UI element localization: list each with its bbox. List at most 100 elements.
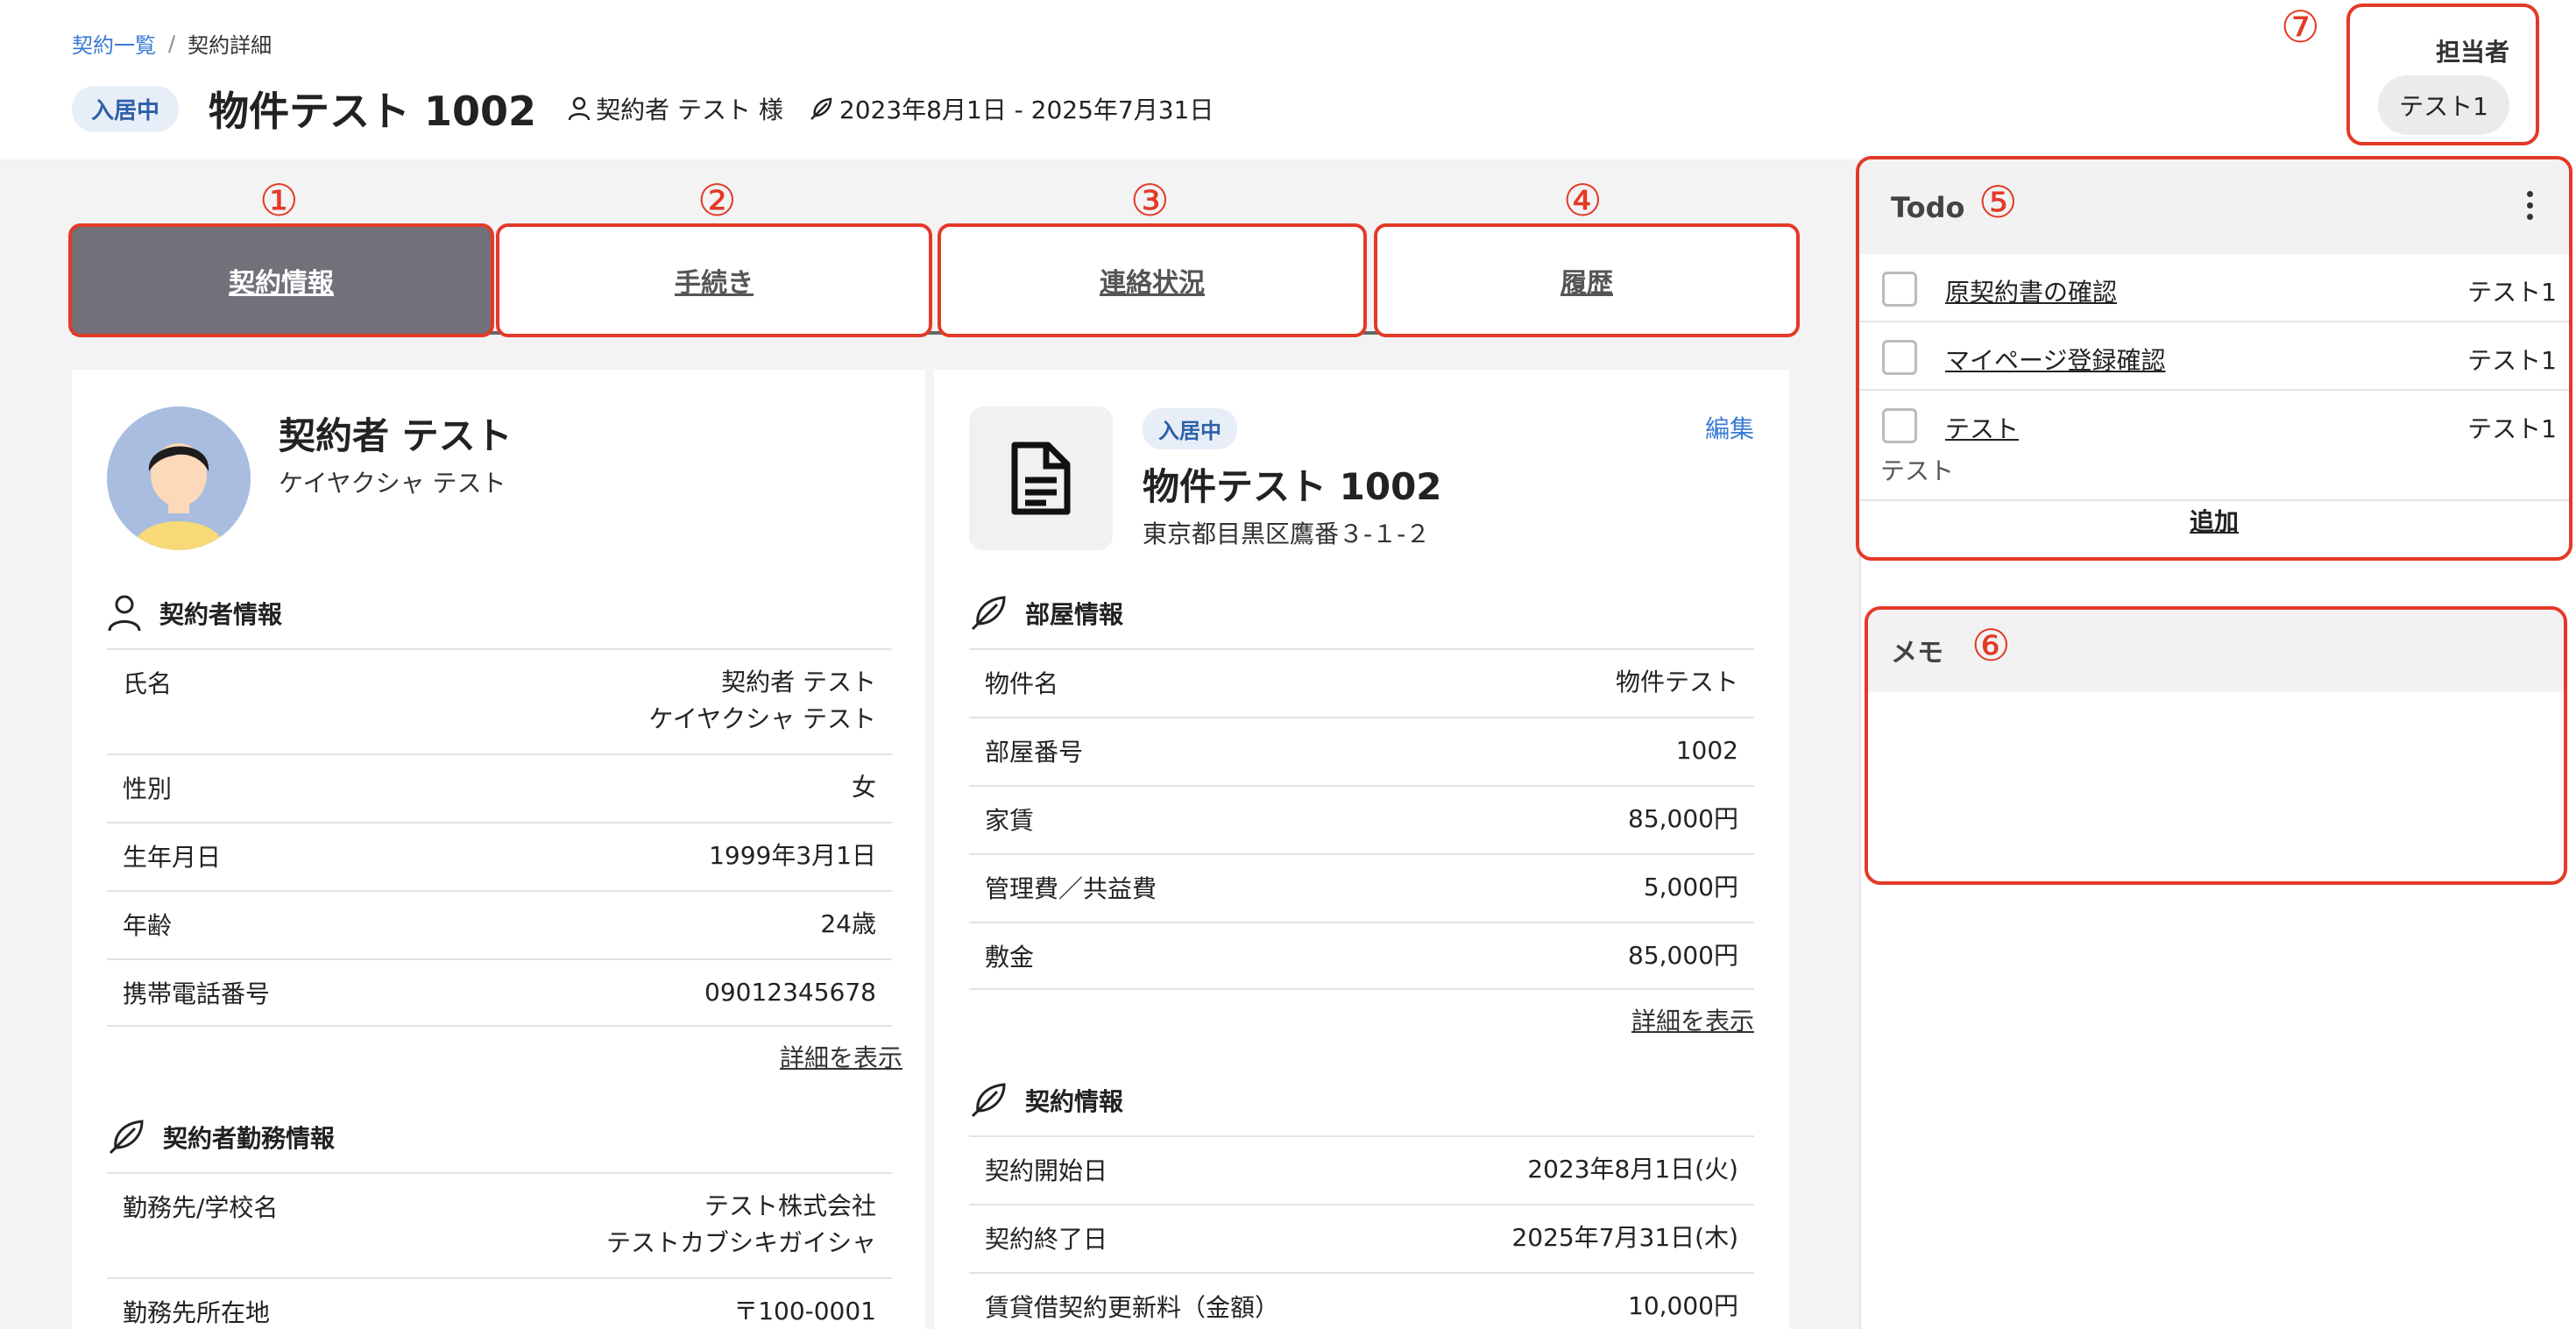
row-value: 85,000円: [1628, 941, 1738, 970]
section-work-info: 契約者勤務情報: [107, 1118, 335, 1156]
row-value: 物件テスト: [1615, 668, 1738, 696]
contractor-card-kana: ケイヤクシャ テスト: [279, 469, 506, 498]
feather-icon: [109, 1120, 144, 1155]
row-value: 10,000円: [1628, 1291, 1738, 1320]
assignee-chip[interactable]: テスト1: [2378, 75, 2509, 135]
todo-item-assignee: テスト1: [2467, 414, 2557, 443]
annotation-3: ③: [1130, 175, 1170, 226]
row-value: 女: [851, 773, 876, 802]
row-value: 09012345678: [704, 978, 876, 1007]
row-key: 勤務先所在地: [123, 1298, 271, 1327]
contract-period: 2023年8月1日 - 2025年7月31日: [839, 95, 1214, 124]
todo-item-assignee: テスト1: [2467, 278, 2557, 307]
section-title: 契約者情報: [159, 600, 283, 629]
row-value: 5,000円: [1643, 873, 1738, 901]
row-key: 携帯電話番号: [123, 979, 271, 1008]
tab-contact-status[interactable]: 連絡状況: [938, 223, 1367, 337]
table-row: 敷金 85,000円: [969, 922, 1754, 990]
avatar: [107, 406, 251, 550]
section-room-info: 部屋情報: [969, 594, 1123, 633]
table-row: 性別 女: [107, 753, 892, 822]
row-value: 契約者 テスト ケイヤクシャ テスト: [648, 668, 876, 733]
table-row: 家賃 85,000円: [969, 785, 1754, 853]
document-icon-box: [969, 406, 1113, 550]
section-contractor-info: 契約者情報: [107, 594, 282, 633]
table-row: 氏名 契約者 テスト ケイヤクシャ テスト: [107, 648, 892, 753]
property-status-badge: 入居中: [1143, 408, 1237, 449]
assignee-panel: 担当者 テスト1: [2346, 4, 2539, 145]
feather-icon: [971, 1083, 1006, 1118]
tab-procedures[interactable]: 手続き: [496, 223, 932, 337]
todo-item-assignee: テスト1: [2467, 346, 2557, 375]
table-row: 生年月日 1999年3月1日: [107, 822, 892, 890]
annotation-4: ④: [1563, 175, 1603, 226]
section-contract-info: 契約情報: [969, 1081, 1123, 1120]
document-icon: [1011, 442, 1071, 515]
tab-contract-info[interactable]: 契約情報: [68, 223, 494, 337]
row-value: テスト株式会社 テストカブシキガイシャ: [605, 1191, 876, 1257]
property-address: 東京都目黒区鷹番３-１-２: [1143, 520, 1431, 548]
section-title: 契約者勤務情報: [163, 1124, 336, 1153]
breadcrumb: 契約一覧 / 契約詳細: [72, 28, 272, 59]
table-row: 勤務先/学校名 テスト株式会社 テストカブシキガイシャ: [107, 1172, 892, 1277]
todo-title: Todo: [1891, 191, 1965, 224]
row-value: 〒100-0001: [733, 1297, 876, 1325]
breadcrumb-current: 契約詳細: [188, 33, 272, 58]
row-key: 年齢: [123, 911, 173, 940]
add-todo-button[interactable]: 追加: [1859, 505, 2569, 557]
table-row: 物件名 物件テスト: [969, 648, 1754, 717]
table-row: 部屋番号 1002: [969, 717, 1754, 785]
person-icon: [108, 595, 141, 632]
todo-item: マイページ登録確認 テスト1: [1859, 322, 2569, 391]
tab-history[interactable]: 履歴: [1374, 223, 1800, 337]
row-value: 1999年3月1日: [709, 841, 876, 870]
contractor-name: 契約者 テスト 様: [596, 95, 783, 124]
todo-item-label[interactable]: 原契約書の確認: [1945, 273, 2117, 308]
feather-icon: [810, 97, 832, 120]
table-row: 契約開始日 2023年8月1日(火): [969, 1135, 1754, 1204]
more-options-icon[interactable]: [2527, 191, 2534, 225]
todo-header: Todo ⑤: [1859, 159, 2569, 254]
section-title: 契約情報: [1025, 1087, 1124, 1116]
page-title: 物件テスト 1002: [209, 88, 537, 135]
period-meta: 2023年8月1日 - 2025年7月31日: [808, 91, 1214, 126]
row-value: 1002: [1675, 736, 1738, 765]
row-key: 契約終了日: [985, 1225, 1108, 1254]
row-value: 2023年8月1日(火): [1527, 1155, 1738, 1184]
contractor-meta: 契約者 テスト 様: [568, 91, 783, 126]
todo-checkbox[interactable]: [1882, 272, 1917, 307]
edit-link[interactable]: 編集: [1705, 410, 1754, 445]
row-key: 勤務先/学校名: [123, 1193, 279, 1222]
annotation-1: ①: [259, 175, 299, 226]
todo-item-label[interactable]: マイページ登録確認: [1945, 342, 2165, 377]
row-key: 部屋番号: [985, 738, 1084, 767]
todo-item: テスト テスト1 テスト: [1859, 391, 2569, 501]
row-value: 24歳: [820, 909, 876, 938]
annotation-5: ⑤: [1978, 177, 2018, 228]
table-row: 賃貸借契約更新料（金額） 10,000円: [969, 1272, 1754, 1329]
todo-checkbox[interactable]: [1882, 340, 1917, 375]
table-row: 携帯電話番号 09012345678: [107, 958, 892, 1027]
todo-item-note: テスト: [1880, 456, 1955, 485]
row-key: 管理費／共益費: [985, 874, 1157, 903]
assignee-label: 担当者: [2435, 38, 2509, 67]
todo-panel: Todo ⑤ 原契約書の確認 テスト1 マイページ登録確認 テスト1 テスト テ…: [1856, 156, 2572, 561]
contractor-card: 契約者 テスト ケイヤクシャ テスト 契約者情報 氏名 契約者 テスト ケイヤクシ…: [72, 370, 925, 1329]
show-details-link[interactable]: 詳細を表示: [1631, 1002, 1754, 1037]
title-row: 入居中 物件テスト 1002 契約者 テスト 様 2023年8月1日 - 202…: [72, 82, 1238, 135]
todo-item-label[interactable]: テスト: [1945, 410, 2019, 445]
annotation-6: ⑥: [1971, 620, 2011, 671]
row-key: 契約開始日: [985, 1156, 1108, 1185]
row-key: 家賃: [985, 806, 1035, 835]
memo-header: メモ ⑥: [1868, 610, 2564, 692]
table-row: 契約終了日 2025年7月31日(木): [969, 1204, 1754, 1272]
table-row: 管理費／共益費 5,000円: [969, 853, 1754, 922]
breadcrumb-contract-list[interactable]: 契約一覧: [72, 28, 156, 59]
show-details-link[interactable]: 詳細を表示: [780, 1039, 902, 1074]
annotation-7: ⑦: [2281, 2, 2320, 53]
row-key: 物件名: [985, 669, 1059, 698]
todo-checkbox[interactable]: [1882, 408, 1917, 443]
row-value: 85,000円: [1628, 804, 1738, 833]
contractor-card-name: 契約者 テスト: [279, 414, 513, 457]
table-row: 年齢 24歳: [107, 890, 892, 958]
